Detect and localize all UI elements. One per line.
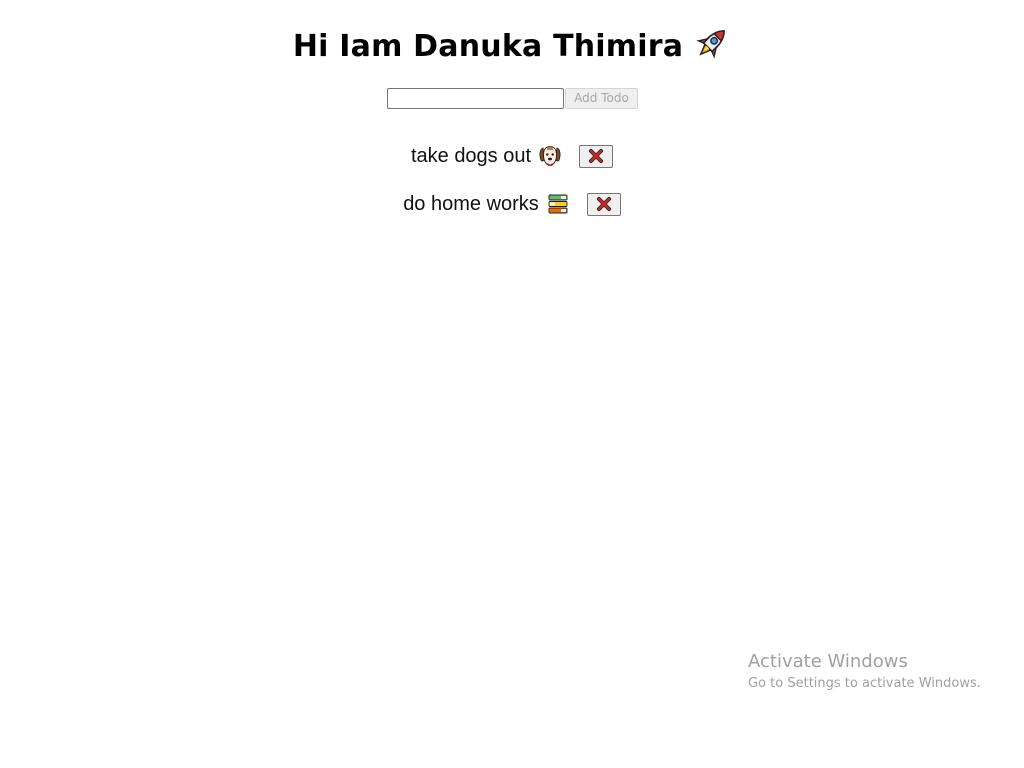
dog-face-icon [538, 144, 562, 168]
todo-item-text: do home works [403, 193, 539, 215]
page-title: Hi Iam Danuka Thimira [0, 24, 1024, 74]
red-x-icon [596, 197, 611, 211]
activate-windows-watermark: Activate Windows Go to Settings to activ… [748, 650, 1008, 694]
todo-app-page: Hi Iam Danuka Thimira Add Todo take dogs… [0, 0, 1024, 768]
todo-item: do home works [0, 180, 1024, 228]
todo-item: take dogs out [0, 132, 1024, 180]
todo-item-text: take dogs out [410, 145, 532, 167]
watermark-title: Activate Windows [748, 651, 908, 672]
todo-input[interactable] [387, 88, 564, 109]
add-todo-button[interactable]: Add Todo [565, 88, 638, 109]
delete-todo-button[interactable] [579, 144, 614, 168]
books-icon [546, 192, 570, 216]
todo-list: take dogs out do home works [0, 132, 1024, 228]
add-todo-form: Add Todo [387, 88, 638, 109]
red-x-icon [589, 149, 604, 163]
delete-todo-button[interactable] [586, 192, 621, 216]
rocket-icon [693, 24, 731, 74]
watermark-subtitle: Go to Settings to activate Windows. [748, 676, 981, 691]
page-title-text: Hi Iam Danuka Thimira [292, 29, 684, 64]
